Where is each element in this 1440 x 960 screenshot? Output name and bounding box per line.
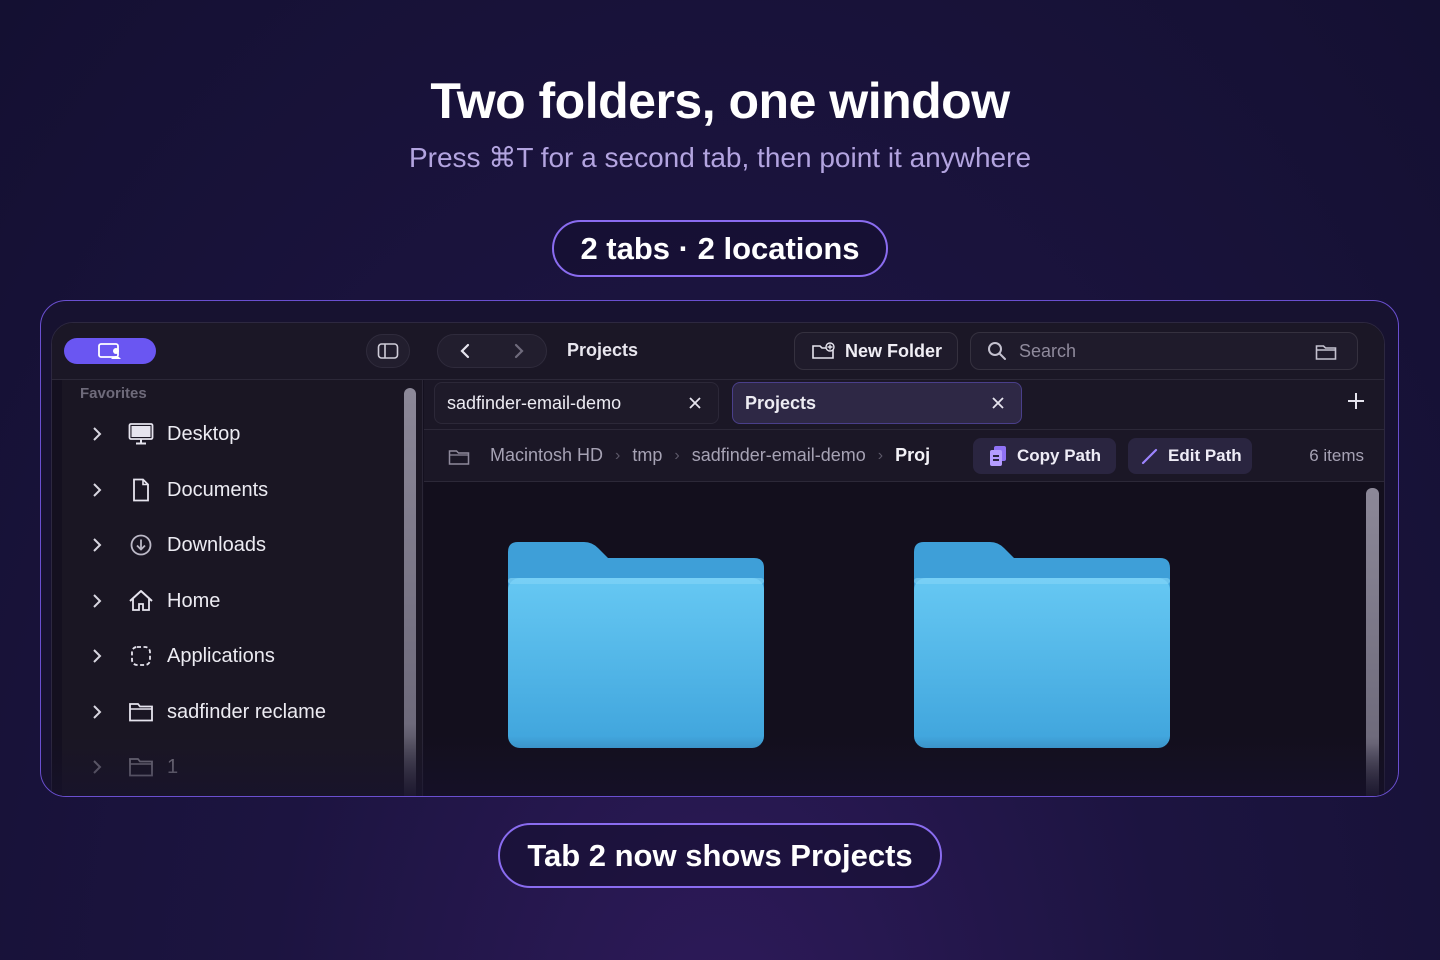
desktop-icon	[128, 423, 154, 445]
sidebar-item-home[interactable]: Home	[62, 581, 392, 621]
tab-sadfinder-email-demo[interactable]: sadfinder-email-demo	[434, 382, 719, 424]
search-input[interactable]: Search	[970, 332, 1358, 370]
breadcrumb-item[interactable]: Macintosh HD	[490, 445, 603, 466]
tab-label: Projects	[745, 392, 817, 413]
chevron-right-icon[interactable]	[92, 482, 102, 498]
download-icon	[130, 534, 152, 556]
home-icon	[129, 590, 153, 611]
file-grid	[424, 482, 1384, 796]
sidebar-layout-icon	[377, 343, 399, 359]
sidebar-item-label: 1	[167, 756, 179, 778]
sidebar-item-label: sadfinder reclame	[167, 701, 326, 723]
add-tab-icon[interactable]	[1346, 391, 1366, 411]
screen-user-icon	[98, 343, 121, 359]
sidebar-item-label: Home	[167, 590, 221, 612]
tab-label: sadfinder-email-demo	[447, 392, 622, 413]
folder-icon[interactable]	[912, 542, 1172, 752]
item-count: 6 items	[1309, 446, 1364, 465]
sidebar-item-label: Desktop	[167, 423, 241, 445]
back-chevron-icon[interactable]	[457, 342, 473, 360]
sidebar-toggle-button[interactable]	[64, 338, 156, 364]
new-folder-label: New Folder	[845, 340, 943, 361]
chevron-right-icon[interactable]	[92, 759, 102, 775]
breadcrumb-separator-icon: ›	[674, 446, 680, 464]
search-placeholder: Search	[1019, 340, 1077, 361]
folder-icon	[448, 450, 470, 465]
toolbar: Projects New Folder Search	[52, 323, 1384, 380]
sidebar-item-label: Downloads	[167, 534, 266, 556]
search-scope-folder-icon[interactable]	[1315, 343, 1337, 361]
new-folder-icon	[812, 342, 835, 359]
navigation-buttons	[437, 334, 547, 368]
sidebar-item-label: Applications	[167, 645, 275, 667]
folder-icon[interactable]	[506, 542, 766, 752]
sidebar-item-documents[interactable]: Documents	[62, 470, 392, 510]
chevron-right-icon[interactable]	[92, 537, 102, 553]
hero-subtitle: Press ⌘T for a second tab, then point it…	[408, 142, 1032, 173]
applications-icon	[131, 646, 151, 666]
sidebar-item-sadfinder-reclame[interactable]: sadfinder reclame	[62, 692, 392, 732]
folder-icon	[129, 703, 153, 722]
sidebar-scrollbar[interactable]	[404, 388, 416, 796]
chevron-right-icon[interactable]	[92, 593, 102, 609]
forward-chevron-icon[interactable]	[511, 342, 527, 360]
chevron-right-icon[interactable]	[92, 426, 102, 442]
breadcrumb-item[interactable]: sadfinder-email-demo	[692, 445, 866, 466]
sidebar-item-label: Documents	[167, 479, 269, 501]
result-caption-badge: Tab 2 now shows Projects	[498, 823, 942, 888]
copy-path-label: Copy Path	[1017, 446, 1102, 465]
window-title: Projects	[567, 340, 639, 360]
copy-icon	[990, 446, 1006, 466]
tabs-locations-badge: 2 tabs · 2 locations	[552, 220, 888, 277]
close-icon[interactable]	[688, 396, 702, 410]
new-folder-button[interactable]: New Folder	[794, 332, 958, 370]
breadcrumb-current[interactable]: Proj	[895, 445, 930, 466]
favorites-header: Favorites	[80, 385, 147, 402]
edit-path-label: Edit Path	[1168, 446, 1242, 465]
content-scrollbar[interactable]	[1366, 488, 1379, 796]
tab-bar: sadfinder-email-demo Projects	[424, 380, 1384, 430]
breadcrumb-separator-icon: ›	[877, 446, 884, 464]
app-screenshot-frame: Projects New Folder Search Favorites Des…	[40, 300, 1399, 797]
sidebar-layout-button[interactable]	[366, 334, 410, 368]
copy-path-button[interactable]: Copy Path	[973, 438, 1116, 474]
document-icon	[133, 478, 149, 502]
folder-icon	[129, 758, 153, 777]
breadcrumb-separator-icon: ›	[615, 446, 621, 464]
edit-path-button[interactable]: Edit Path	[1128, 438, 1252, 474]
chevron-right-icon[interactable]	[92, 704, 102, 720]
breadcrumb: Macintosh HD › tmp › sadfinder-email-dem…	[490, 445, 930, 466]
finder-window: Projects New Folder Search Favorites Des…	[51, 322, 1385, 796]
sidebar-item-1[interactable]: 1	[62, 747, 392, 787]
sidebar-item-applications[interactable]: Applications	[62, 636, 392, 676]
sidebar-item-downloads[interactable]: Downloads	[62, 525, 392, 565]
breadcrumb-item[interactable]: tmp	[632, 445, 662, 466]
path-bar: Macintosh HD › tmp › sadfinder-email-dem…	[424, 430, 1384, 482]
chevron-right-icon[interactable]	[92, 648, 102, 664]
hero-title: Two folders, one window	[430, 73, 1010, 129]
pencil-icon	[1141, 448, 1158, 465]
tab-projects[interactable]: Projects	[732, 382, 1022, 424]
search-icon	[988, 342, 1006, 360]
close-icon[interactable]	[991, 396, 1005, 410]
sidebar: Favorites Desktop Documents Downloads Ho…	[62, 380, 423, 796]
sidebar-item-desktop[interactable]: Desktop	[62, 414, 392, 454]
